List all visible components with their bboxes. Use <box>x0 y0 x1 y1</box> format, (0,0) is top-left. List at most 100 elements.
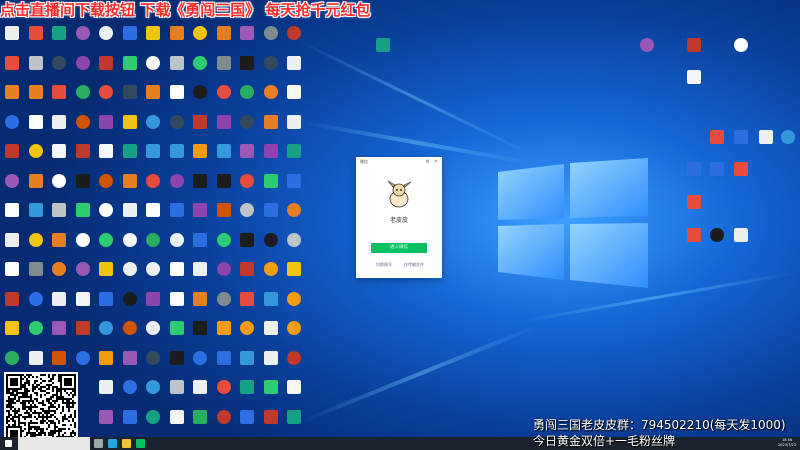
desktop-icon[interactable] <box>166 113 188 143</box>
desktop-icon[interactable] <box>95 113 117 143</box>
desktop-icon[interactable] <box>1 113 23 143</box>
desktop-icon[interactable] <box>213 113 235 143</box>
desktop-icon[interactable] <box>142 260 164 290</box>
desktop-icon[interactable] <box>683 160 705 190</box>
desktop-icon[interactable] <box>48 83 70 113</box>
desktop-icon[interactable] <box>283 260 305 290</box>
desktop-icon[interactable] <box>213 260 235 290</box>
desktop-icon[interactable] <box>25 319 47 349</box>
desktop-icon[interactable] <box>683 68 705 98</box>
desktop-icon[interactable] <box>236 172 258 202</box>
desktop-icon[interactable] <box>95 378 117 408</box>
desktop-icon[interactable] <box>119 83 141 113</box>
desktop-icon[interactable] <box>72 290 94 320</box>
desktop-icon[interactable] <box>119 231 141 261</box>
desktop-icon[interactable] <box>213 142 235 172</box>
desktop-icon[interactable] <box>236 319 258 349</box>
desktop-icon[interactable] <box>260 142 282 172</box>
desktop-icon[interactable] <box>706 160 728 190</box>
desktop-icon[interactable] <box>95 319 117 349</box>
desktop-icon[interactable] <box>683 193 705 223</box>
desktop-icon[interactable] <box>260 349 282 379</box>
desktop-icon[interactable] <box>236 408 258 438</box>
desktop-icon[interactable] <box>142 24 164 54</box>
desktop-icon[interactable] <box>25 142 47 172</box>
desktop-icon[interactable] <box>72 172 94 202</box>
switch-account-link[interactable]: 切换账号 <box>376 262 392 268</box>
desktop-icon[interactable] <box>236 231 258 261</box>
desktop-icon[interactable] <box>119 260 141 290</box>
start-icon[interactable] <box>5 440 12 447</box>
desktop-icon[interactable] <box>142 83 164 113</box>
desktop-icon[interactable] <box>142 54 164 84</box>
settings-icon[interactable]: ⚙ <box>426 157 430 167</box>
desktop-icon[interactable] <box>755 128 777 158</box>
desktop-icon[interactable] <box>166 172 188 202</box>
desktop-icon[interactable] <box>189 142 211 172</box>
desktop-icon[interactable] <box>730 36 752 66</box>
desktop-icon[interactable] <box>260 260 282 290</box>
desktop-icon[interactable] <box>213 172 235 202</box>
desktop-icon[interactable] <box>236 142 258 172</box>
desktop-icon[interactable] <box>142 290 164 320</box>
desktop-icon[interactable] <box>95 54 117 84</box>
desktop-icon[interactable] <box>1 290 23 320</box>
desktop-icon[interactable] <box>119 172 141 202</box>
desktop-icon[interactable] <box>260 290 282 320</box>
desktop-icon[interactable] <box>1 83 23 113</box>
desktop-icon[interactable] <box>166 201 188 231</box>
desktop-icon[interactable] <box>166 319 188 349</box>
desktop-icon[interactable] <box>142 349 164 379</box>
desktop-icon[interactable] <box>189 24 211 54</box>
desktop-icon[interactable] <box>706 128 728 158</box>
desktop-icon[interactable] <box>119 290 141 320</box>
desktop-icon[interactable] <box>119 349 141 379</box>
desktop-icon[interactable] <box>119 201 141 231</box>
desktop-icon[interactable] <box>72 24 94 54</box>
desktop-icon[interactable] <box>260 231 282 261</box>
desktop-icon[interactable] <box>260 408 282 438</box>
desktop-icon[interactable] <box>48 54 70 84</box>
desktop-icon[interactable] <box>72 319 94 349</box>
desktop-icon[interactable] <box>95 290 117 320</box>
desktop-icon[interactable] <box>260 172 282 202</box>
desktop-icon[interactable] <box>1 24 23 54</box>
desktop-icon[interactable] <box>189 260 211 290</box>
desktop-icon[interactable] <box>48 231 70 261</box>
desktop-icon[interactable] <box>189 349 211 379</box>
desktop-icon[interactable] <box>119 408 141 438</box>
desktop-icon[interactable] <box>72 231 94 261</box>
desktop-icon[interactable] <box>189 378 211 408</box>
desktop-icon[interactable] <box>119 319 141 349</box>
desktop-icon[interactable] <box>730 226 752 256</box>
wechat-taskbar-icon[interactable] <box>136 439 145 448</box>
desktop-icon[interactable] <box>166 24 188 54</box>
desktop-icon[interactable] <box>283 349 305 379</box>
desktop-icon[interactable] <box>72 260 94 290</box>
desktop-icon[interactable] <box>119 378 141 408</box>
desktop-icon[interactable] <box>283 142 305 172</box>
desktop-icon[interactable] <box>189 290 211 320</box>
desktop-icon[interactable] <box>283 24 305 54</box>
desktop-icon[interactable] <box>636 36 658 66</box>
desktop-icon[interactable] <box>142 378 164 408</box>
desktop-icon[interactable] <box>119 24 141 54</box>
desktop-icon[interactable] <box>25 24 47 54</box>
desktop-icon[interactable] <box>48 260 70 290</box>
desktop-icon[interactable] <box>213 54 235 84</box>
desktop-icon[interactable] <box>166 142 188 172</box>
desktop-icon[interactable] <box>236 201 258 231</box>
desktop-icon[interactable] <box>48 201 70 231</box>
desktop-icon[interactable] <box>142 172 164 202</box>
desktop-icon[interactable] <box>119 54 141 84</box>
desktop-icon[interactable] <box>213 290 235 320</box>
desktop-icon[interactable] <box>166 290 188 320</box>
desktop-icon[interactable] <box>260 319 282 349</box>
desktop-icon[interactable] <box>260 201 282 231</box>
desktop-icon[interactable] <box>48 290 70 320</box>
desktop-icon[interactable] <box>1 319 23 349</box>
desktop-icon[interactable] <box>213 408 235 438</box>
desktop-icon[interactable] <box>283 54 305 84</box>
desktop-icon[interactable] <box>119 142 141 172</box>
desktop-icon[interactable] <box>283 83 305 113</box>
